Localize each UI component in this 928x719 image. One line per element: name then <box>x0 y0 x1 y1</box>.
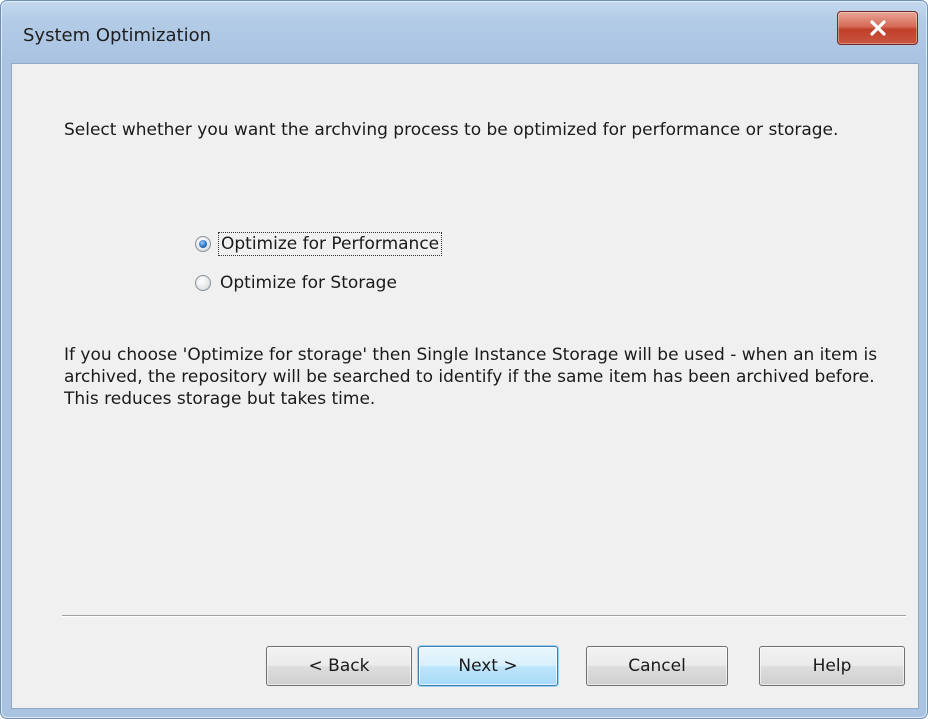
separator <box>62 615 906 617</box>
intro-text: Select whether you want the archving pro… <box>64 120 839 140</box>
explanation-text: If you choose 'Optimize for storage' the… <box>64 345 878 409</box>
option-storage[interactable]: Optimize for Storage <box>195 273 397 293</box>
next-button[interactable]: Next > <box>418 646 558 686</box>
title-bar[interactable]: System Optimization <box>1 1 927 63</box>
cancel-button[interactable]: Cancel <box>586 646 728 686</box>
radio-performance-checked[interactable] <box>195 236 211 252</box>
back-button[interactable]: < Back <box>266 646 412 686</box>
option-performance-label[interactable]: Optimize for Performance <box>217 232 443 256</box>
help-button[interactable]: Help <box>759 646 905 686</box>
dialog-body: Select whether you want the archving pro… <box>11 63 919 709</box>
window-title: System Optimization <box>23 25 211 46</box>
close-button[interactable] <box>837 11 918 45</box>
close-icon <box>869 20 886 36</box>
option-storage-label[interactable]: Optimize for Storage <box>220 273 397 293</box>
option-performance[interactable]: Optimize for Performance <box>195 232 443 256</box>
dialog-window: System Optimization Select whether you w… <box>0 0 928 719</box>
radio-storage[interactable] <box>195 275 211 291</box>
